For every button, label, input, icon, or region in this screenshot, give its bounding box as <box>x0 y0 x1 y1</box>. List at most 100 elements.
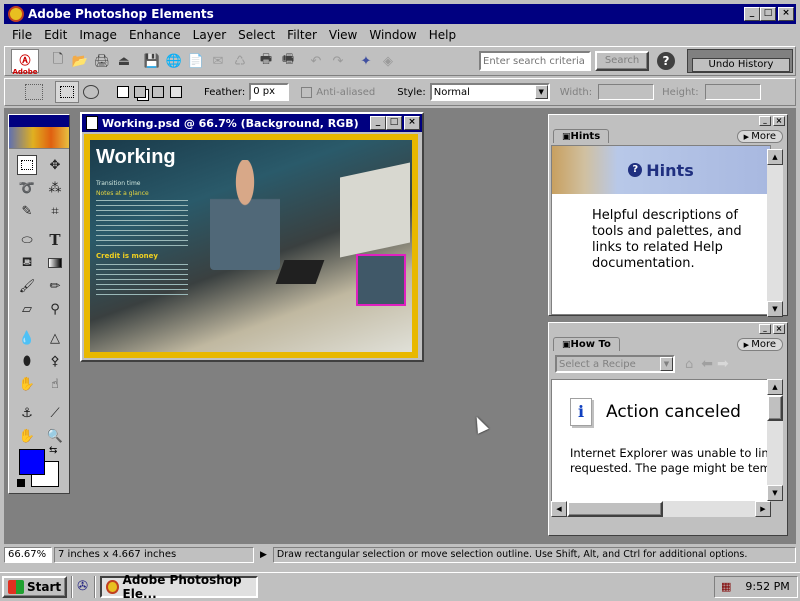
clone-stamp-icon[interactable]: ⚓ <box>17 403 37 423</box>
start-button[interactable]: Start <box>2 575 68 598</box>
online-services-icon[interactable]: ♺ <box>229 50 251 72</box>
tool-preset-icon[interactable] <box>25 84 43 100</box>
howto-close-icon[interactable]: × <box>773 324 785 334</box>
scroll-up-icon[interactable]: ▲ <box>767 149 783 165</box>
quick-launch-desktop-icon[interactable]: ✇ <box>77 579 88 594</box>
zoom-field[interactable]: 66.67% <box>4 547 52 563</box>
menu-layer[interactable]: Layer <box>187 28 232 42</box>
scroll-left-icon[interactable]: ◀ <box>551 501 567 517</box>
browse-icon[interactable]: 🖨 <box>91 50 113 72</box>
document-titlebar[interactable]: Working.psd @ 66.7% (Background, RGB) _ … <box>82 114 422 132</box>
menu-edit[interactable]: Edit <box>38 28 73 42</box>
eyedropper-icon[interactable]: ⟋ <box>45 403 65 423</box>
app-titlebar[interactable]: Adobe Photoshop Elements _ □ × <box>4 4 796 24</box>
scroll-down-icon[interactable]: ▼ <box>767 485 783 501</box>
howto-hscrollbar[interactable]: ◀ ▶ <box>551 501 771 517</box>
zoom-icon[interactable]: 🔍 <box>45 426 65 446</box>
scroll-right-icon[interactable]: ▶ <box>755 501 771 517</box>
open-folder-icon[interactable]: 📂 <box>69 50 91 72</box>
tray-app-icon[interactable]: ▦ <box>721 580 731 593</box>
red-eye-brush-icon[interactable]: ⚲ <box>45 299 65 319</box>
width-input[interactable] <box>598 84 655 100</box>
hscroll-thumb[interactable] <box>567 501 663 517</box>
toolbox-titlebar[interactable] <box>9 115 69 127</box>
hints-close-icon[interactable]: × <box>773 116 785 126</box>
search-input[interactable] <box>481 53 589 69</box>
step-backward-icon[interactable]: ↶ <box>305 50 327 72</box>
status-arrow-icon[interactable]: ▶ <box>256 550 271 560</box>
magic-wand-icon[interactable]: ⁂ <box>45 178 65 198</box>
anti-aliased-checkbox[interactable] <box>301 86 313 98</box>
style-select[interactable]: Normal ▼ <box>429 83 550 101</box>
new-selection-icon[interactable] <box>117 86 129 98</box>
menu-help[interactable]: Help <box>423 28 462 42</box>
attach-email-icon[interactable]: ✉ <box>207 50 229 72</box>
search-button[interactable]: Search <box>595 51 649 71</box>
foreground-color-swatch[interactable] <box>19 449 45 475</box>
howto-scrollbar[interactable]: ▲ ▼ <box>767 379 783 501</box>
menu-enhance[interactable]: Enhance <box>123 28 187 42</box>
new-file-icon[interactable]: 🗋 <box>47 50 69 72</box>
doc-close-icon[interactable]: × <box>404 116 420 130</box>
add-selection-icon[interactable] <box>134 86 146 98</box>
howto-more-button[interactable]: ▶ More <box>736 338 783 351</box>
save-web-icon[interactable]: 🌐 <box>163 50 185 72</box>
doc-maximize-icon[interactable]: □ <box>386 116 402 130</box>
sharpen-icon[interactable]: △ <box>45 328 65 348</box>
menu-select[interactable]: Select <box>232 28 281 42</box>
height-input[interactable] <box>704 84 761 100</box>
swap-colors-icon[interactable]: ⇆ <box>49 445 57 456</box>
hints-more-button[interactable]: ▶ More <box>736 130 783 143</box>
document-window[interactable]: Working.psd @ 66.7% (Background, RGB) _ … <box>80 112 424 362</box>
adobe-logo[interactable]: Ⓐ Adobe <box>11 49 39 76</box>
type-icon[interactable]: T <box>45 230 65 250</box>
pdf-icon[interactable]: 📄 <box>185 50 207 72</box>
crop-icon[interactable]: ⌗ <box>45 201 65 221</box>
forward-arrow-icon[interactable]: ➡ <box>717 356 729 372</box>
document-canvas[interactable]: Working Transition time Notes at a glanc… <box>84 134 418 358</box>
howto-tab[interactable]: ▣How To <box>553 337 620 351</box>
hints-tab[interactable]: ▣Hints <box>553 129 610 143</box>
default-colors-icon[interactable] <box>17 479 25 487</box>
quick-fix-icon[interactable]: ✦ <box>355 50 377 72</box>
scroll-thumb[interactable] <box>767 395 783 421</box>
color-variations-icon[interactable]: ◈ <box>377 50 399 72</box>
hints-minimize-icon[interactable]: _ <box>759 116 771 126</box>
intersect-selection-icon[interactable] <box>170 86 182 98</box>
rect-marquee-icon[interactable] <box>17 155 37 175</box>
move-icon[interactable]: ✥ <box>45 155 65 175</box>
lasso-icon[interactable]: ➰ <box>17 178 37 198</box>
feather-input[interactable]: 0 px <box>249 83 290 101</box>
task-photoshop[interactable]: Adobe Photoshop Ele... <box>100 573 259 601</box>
menu-file[interactable]: File <box>6 28 38 42</box>
dodge-icon[interactable]: ⚴ <box>45 351 65 371</box>
howto-minimize-icon[interactable]: _ <box>759 324 771 334</box>
maximize-icon[interactable]: □ <box>760 7 776 21</box>
smudge-icon[interactable]: ☝ <box>45 374 65 394</box>
rect-marquee-option[interactable] <box>55 81 79 103</box>
sponge-icon[interactable]: ⬮ <box>17 351 37 371</box>
subtract-selection-icon[interactable] <box>152 86 164 98</box>
doc-minimize-icon[interactable]: _ <box>370 116 386 130</box>
burn-icon[interactable]: ✋ <box>17 374 37 394</box>
menu-filter[interactable]: Filter <box>281 28 323 42</box>
gradient-icon[interactable] <box>45 253 65 273</box>
minimize-icon[interactable]: _ <box>744 7 760 21</box>
back-arrow-icon[interactable]: ⬅ <box>701 356 713 372</box>
print-preview-icon[interactable]: 🖷 <box>277 50 299 72</box>
adobe-flower-logo[interactable] <box>9 127 69 149</box>
import-icon[interactable]: ⏏ <box>113 50 135 72</box>
close-icon[interactable]: × <box>778 7 794 21</box>
save-icon[interactable]: 💾 <box>141 50 163 72</box>
print-icon[interactable]: 🖶 <box>255 50 277 72</box>
recipe-select[interactable]: Select a Recipe ▼ <box>555 355 675 373</box>
clock[interactable]: 9:52 PM <box>745 580 789 593</box>
scroll-up-icon[interactable]: ▲ <box>767 379 783 395</box>
help-icon[interactable]: ? <box>657 52 675 70</box>
eraser-icon[interactable]: ▱ <box>17 299 37 319</box>
hints-scrollbar[interactable]: ▲ ▼ <box>767 149 783 317</box>
scroll-down-icon[interactable]: ▼ <box>767 301 783 317</box>
paint-bucket-icon[interactable]: ⛾ <box>17 253 37 273</box>
menu-view[interactable]: View <box>323 28 363 42</box>
pencil-icon[interactable]: ✏ <box>45 276 65 296</box>
